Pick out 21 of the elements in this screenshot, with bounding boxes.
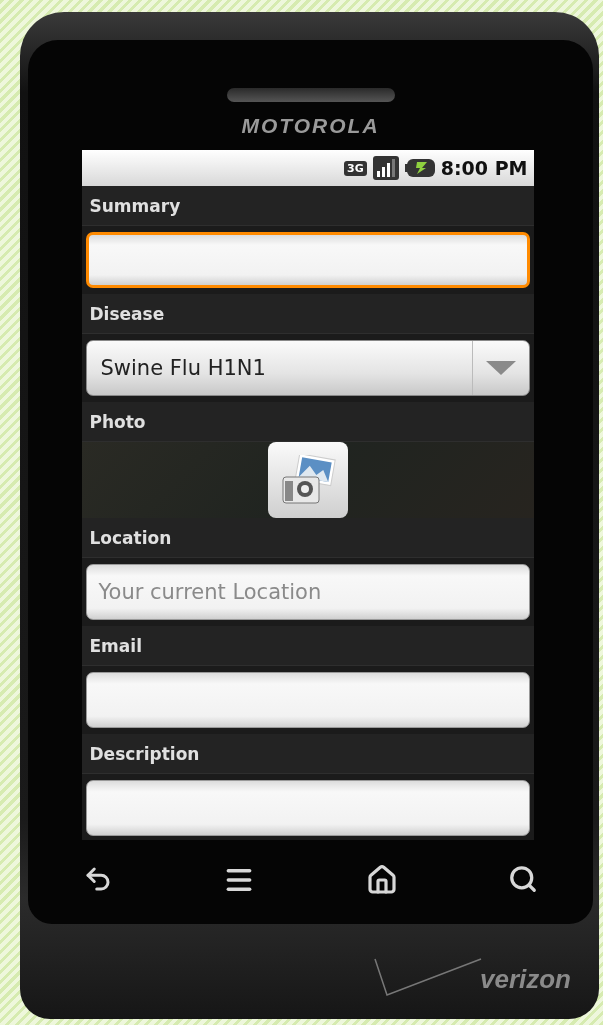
field-label: Description: [81, 734, 534, 774]
status-time: 8:00 PM: [440, 157, 528, 179]
network-type: 3G: [344, 160, 367, 176]
signal-icon: [372, 156, 399, 180]
text-field[interactable]: [85, 232, 530, 288]
carrier-logo: verizon: [479, 964, 571, 995]
home-button[interactable]: [365, 864, 398, 896]
field-label: Location: [81, 518, 534, 558]
field-label: Email: [81, 626, 534, 666]
caret-icon: [485, 361, 516, 375]
dropdown-value: Swine Flu H1N1: [99, 355, 267, 382]
dropdown[interactable]: Swine Flu H1N1: [85, 340, 530, 396]
field-label: Summary: [81, 186, 534, 226]
text-field[interactable]: [85, 780, 530, 836]
field-label: Photo: [81, 402, 534, 442]
text-field[interactable]: [85, 672, 530, 728]
battery-icon: [404, 158, 435, 178]
brand-logo: MOTOROLA: [241, 114, 380, 138]
check-mark-icon: [373, 957, 483, 997]
field-label: Disease: [81, 294, 534, 334]
camera-button[interactable]: [267, 442, 348, 518]
